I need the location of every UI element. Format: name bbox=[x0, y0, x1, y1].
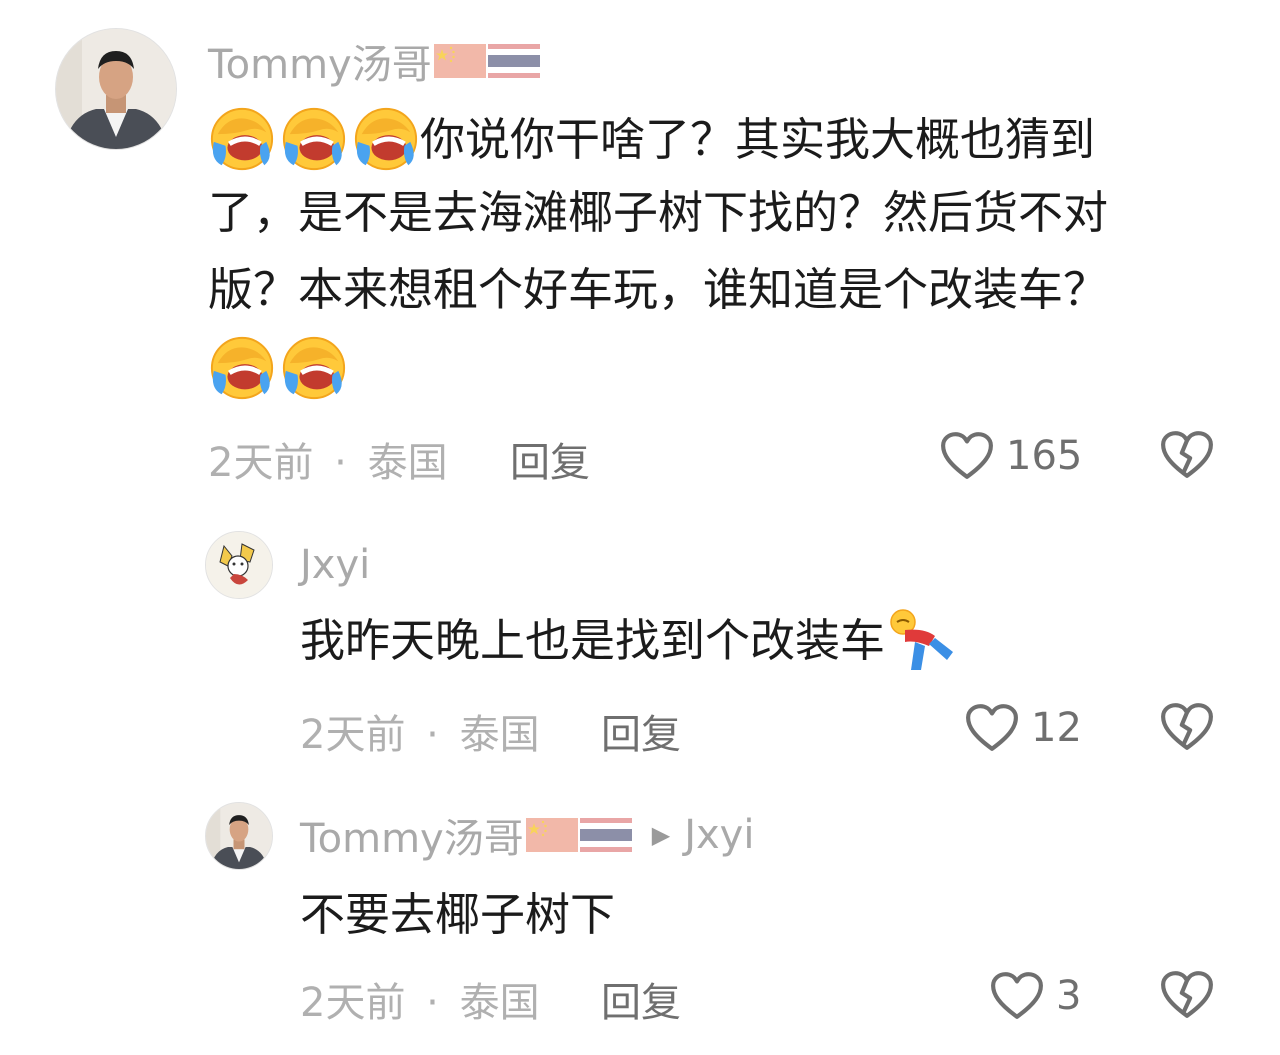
username-text: Tommy汤哥 bbox=[300, 816, 524, 862]
heart-outline-icon bbox=[965, 703, 1019, 753]
heart-outline-icon bbox=[940, 431, 994, 481]
dislike-button[interactable] bbox=[1160, 702, 1214, 756]
timestamp: 2天前 bbox=[208, 440, 314, 486]
timestamp: 2天前 bbox=[300, 712, 406, 758]
comment-text-line: 版？本来想租个好车玩，谁知道是个改装车？ bbox=[208, 263, 1109, 316]
comment-meta: 2天前 · 泰国 bbox=[300, 970, 540, 1028]
comment-text: 我昨天晚上也是找到个改装车 bbox=[300, 606, 961, 676]
avatar[interactable] bbox=[205, 802, 273, 870]
avatar-photo bbox=[56, 29, 176, 149]
username-text: Tommy汤哥 bbox=[208, 42, 432, 88]
username[interactable]: Tommy汤哥 ▶ Jxyi bbox=[300, 810, 754, 862]
reply-button[interactable]: 回复 bbox=[510, 430, 590, 488]
crying-laughing-emoji-icon bbox=[280, 334, 348, 402]
reply-to-username[interactable]: Jxyi bbox=[684, 812, 754, 858]
location: 泰国 bbox=[459, 712, 540, 758]
reply-arrow-icon: ▶ bbox=[651, 821, 671, 849]
comment-text-line: 了，是不是去海滩椰子树下找的？然后货不对 bbox=[208, 186, 1109, 239]
separator: · bbox=[426, 712, 439, 758]
username-text: Jxyi bbox=[300, 542, 371, 588]
comment-text-line: 我昨天晚上也是找到个改装车 bbox=[300, 614, 886, 667]
crying-laughing-emoji-icon bbox=[208, 334, 276, 402]
separator: · bbox=[334, 440, 347, 486]
avatar-photo bbox=[206, 803, 272, 869]
reply-button[interactable]: 回复 bbox=[601, 970, 681, 1028]
like-count: 165 bbox=[1006, 433, 1083, 479]
cn-flag-icon bbox=[434, 44, 486, 78]
reply-button[interactable]: 回复 bbox=[601, 702, 681, 760]
avatar[interactable] bbox=[205, 531, 273, 599]
comment-text-line: 你说你干啥了？其实我大概也猜到 bbox=[420, 112, 1096, 166]
lying-down-emoji-icon bbox=[890, 609, 954, 670]
like-count: 12 bbox=[1031, 705, 1082, 751]
crying-laughing-emoji-icon bbox=[352, 105, 420, 173]
like-count: 3 bbox=[1056, 973, 1082, 1019]
th-flag-icon bbox=[580, 818, 632, 852]
location: 泰国 bbox=[367, 440, 448, 486]
dislike-button[interactable] bbox=[1160, 970, 1214, 1024]
location: 泰国 bbox=[459, 980, 540, 1026]
comment-text: 你说你干啥了？其实我大概也猜到 了，是不是去海滩椰子树下找的？然后货不对 版？本… bbox=[208, 104, 1248, 408]
dislike-button[interactable] bbox=[1160, 430, 1214, 484]
broken-heart-icon bbox=[1160, 430, 1214, 480]
cn-flag-icon bbox=[526, 818, 578, 852]
like-button[interactable]: 165 bbox=[940, 428, 1082, 484]
crying-laughing-emoji-icon bbox=[280, 105, 348, 173]
comment-meta: 2天前 · 泰国 bbox=[300, 702, 540, 760]
avatar[interactable] bbox=[55, 28, 177, 150]
avatar-cartoon bbox=[206, 532, 272, 598]
broken-heart-icon bbox=[1160, 970, 1214, 1020]
crying-laughing-emoji-icon bbox=[208, 105, 276, 173]
like-button[interactable]: 3 bbox=[990, 968, 1081, 1024]
comment-text-line: 不要去椰子树下 bbox=[300, 888, 616, 941]
th-flag-icon bbox=[488, 44, 540, 78]
comment-meta: 2天前 · 泰国 bbox=[208, 430, 448, 488]
separator: · bbox=[426, 980, 439, 1026]
like-button[interactable]: 12 bbox=[965, 700, 1082, 756]
username[interactable]: Jxyi bbox=[300, 541, 370, 589]
heart-outline-icon bbox=[990, 971, 1044, 1021]
timestamp: 2天前 bbox=[300, 980, 406, 1026]
comment-text: 不要去椰子树下 bbox=[300, 880, 615, 950]
username[interactable]: Tommy汤哥 bbox=[208, 36, 540, 88]
broken-heart-icon bbox=[1160, 702, 1214, 752]
